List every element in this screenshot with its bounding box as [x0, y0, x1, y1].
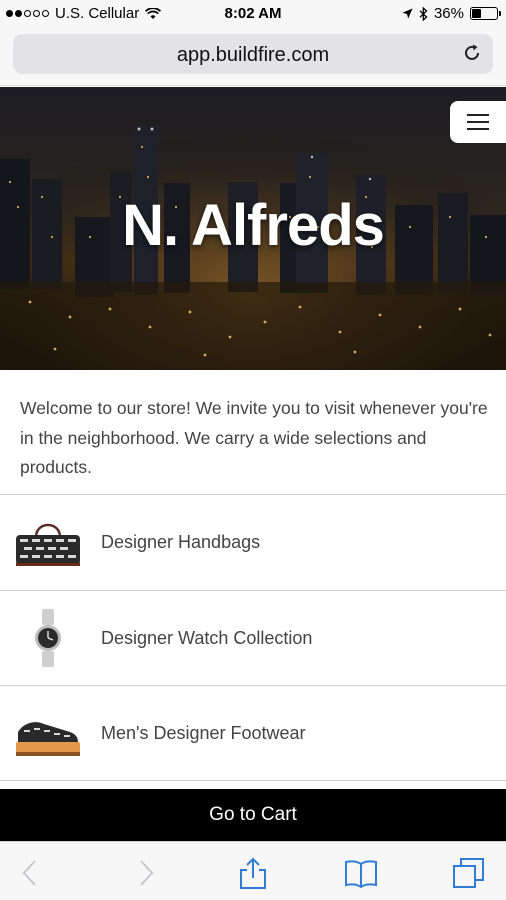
list-item-footwear[interactable]: Men's Designer Footwear	[0, 685, 506, 781]
hamburger-menu-button[interactable]	[450, 101, 506, 143]
shoe-icon	[16, 722, 80, 756]
watch-icon	[35, 608, 61, 667]
location-arrow-icon	[402, 8, 413, 19]
tabs-icon[interactable]	[452, 856, 486, 890]
bluetooth-icon	[419, 6, 428, 21]
store-title: N. Alfreds	[122, 193, 385, 258]
browser-toolbar	[0, 841, 506, 900]
browser-address-area: app.buildfire.com	[0, 28, 506, 86]
list-item-label: Designer Handbags	[101, 532, 261, 552]
handbag-icon	[16, 523, 80, 566]
forward-arrow-icon[interactable]	[128, 856, 162, 890]
url-text[interactable]: app.buildfire.com	[13, 44, 493, 67]
battery-fill	[472, 9, 481, 18]
go-to-cart-button[interactable]: Go to Cart	[0, 789, 506, 841]
battery-icon	[470, 7, 501, 20]
welcome-text: Welcome to our store! We invite you to v…	[20, 398, 488, 477]
menu-line-icon	[467, 128, 489, 130]
battery-percent: 36%	[433, 5, 464, 22]
list-item-label: Men's Designer Footwear	[101, 723, 306, 743]
status-right: 36%	[402, 5, 501, 22]
bookmarks-icon[interactable]	[344, 856, 378, 890]
menu-line-icon	[467, 114, 489, 116]
status-bar: U.S. Cellular 8:02 AM 36%	[0, 0, 506, 28]
share-icon[interactable]	[236, 856, 270, 890]
reload-icon[interactable]	[461, 42, 483, 64]
menu-line-icon	[467, 121, 489, 123]
list-item-watches[interactable]: Designer Watch Collection	[0, 589, 506, 686]
back-arrow-icon[interactable]	[14, 856, 48, 890]
address-bar[interactable]: app.buildfire.com	[13, 34, 493, 74]
hero-banner: N. Alfreds	[0, 87, 506, 370]
list-item-handbags[interactable]: Designer Handbags	[0, 494, 506, 590]
list-item-label: Designer Watch Collection	[101, 627, 313, 648]
category-list: Designer Handbags Designer Watch Collect…	[0, 494, 506, 781]
